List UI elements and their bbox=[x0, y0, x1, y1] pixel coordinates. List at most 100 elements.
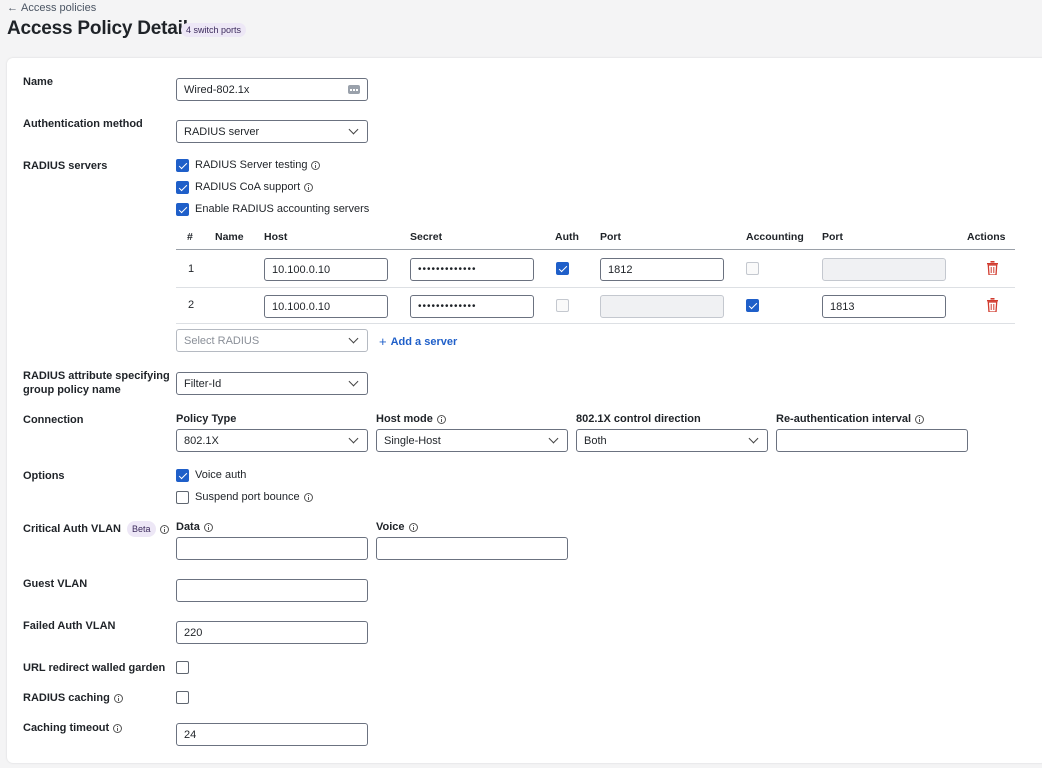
keypad-icon bbox=[348, 85, 360, 94]
trash-icon[interactable] bbox=[987, 298, 998, 312]
select-radius-dropdown[interactable]: Select RADIUS bbox=[176, 329, 368, 352]
back-link[interactable]: ← Access policies bbox=[7, 2, 96, 14]
row-2-host-value: 10.100.0.10 bbox=[272, 300, 331, 313]
guest-vlan-input[interactable] bbox=[176, 579, 368, 602]
row-2-acct-port-input[interactable]: 1813 bbox=[822, 295, 946, 318]
failed-vlan-input[interactable]: 220 bbox=[176, 621, 368, 644]
row-1-secret-input[interactable]: ••••••••••••• bbox=[410, 258, 534, 281]
radius-caching-checkbox[interactable] bbox=[176, 691, 189, 704]
policy-type-select[interactable]: 802.1X bbox=[176, 429, 368, 452]
row-1-acct-port-input[interactable] bbox=[822, 258, 946, 281]
radius-accounting-checkbox[interactable] bbox=[176, 203, 189, 216]
info-icon[interactable] bbox=[203, 522, 213, 532]
info-icon[interactable] bbox=[311, 160, 321, 170]
row-1-auth-checkbox[interactable] bbox=[556, 262, 569, 275]
chevron-down-icon bbox=[348, 376, 359, 387]
caching-timeout-label: Caching timeout bbox=[23, 721, 123, 735]
critical-data-input[interactable] bbox=[176, 537, 368, 560]
critical-data-label: Data bbox=[176, 521, 213, 533]
critical-vlan-label: Critical Auth VLAN Beta bbox=[23, 521, 169, 537]
info-icon[interactable] bbox=[113, 723, 123, 733]
caching-timeout-value: 24 bbox=[184, 728, 197, 741]
policy-card bbox=[7, 58, 1042, 763]
row-2-auth-port-input[interactable] bbox=[600, 295, 724, 318]
back-link-label: Access policies bbox=[21, 2, 97, 14]
arrow-left-icon: ← bbox=[7, 2, 18, 14]
row-2-accounting-checkbox[interactable] bbox=[746, 299, 759, 312]
row-1-host-value: 10.100.0.10 bbox=[272, 263, 331, 276]
host-mode-label: Host mode bbox=[376, 413, 446, 425]
host-mode-select[interactable]: Single-Host bbox=[376, 429, 568, 452]
col-index: # bbox=[187, 231, 193, 243]
info-icon[interactable] bbox=[915, 414, 925, 424]
row-1-host-input[interactable]: 10.100.0.10 bbox=[264, 258, 388, 281]
failed-vlan-value: 220 bbox=[184, 626, 203, 639]
col-acct-port: Port bbox=[822, 231, 843, 243]
policy-type-label-text: Policy Type bbox=[176, 413, 237, 425]
add-server-button[interactable]: + Add a server bbox=[379, 334, 457, 349]
critical-data-label-text: Data bbox=[176, 521, 200, 533]
row-divider bbox=[176, 287, 1015, 288]
auth-method-value: RADIUS server bbox=[184, 125, 260, 138]
name-label: Name bbox=[23, 76, 53, 88]
info-icon[interactable] bbox=[159, 524, 169, 534]
info-icon[interactable] bbox=[304, 182, 314, 192]
chevron-down-icon bbox=[348, 124, 359, 135]
voice-auth-text: Voice auth bbox=[195, 469, 247, 481]
suspend-port-bounce-label: Suspend port bounce bbox=[195, 490, 313, 504]
policy-type-value: 802.1X bbox=[184, 434, 219, 447]
guest-vlan-label: Guest VLAN bbox=[23, 578, 88, 590]
suspend-port-bounce-checkbox[interactable] bbox=[176, 491, 189, 504]
row-divider bbox=[176, 323, 1015, 324]
info-icon[interactable] bbox=[436, 414, 446, 424]
radius-testing-text: RADIUS Server testing bbox=[195, 159, 308, 171]
row-2-index: 2 bbox=[188, 299, 195, 311]
voice-auth-checkbox[interactable] bbox=[176, 469, 189, 482]
select-radius-placeholder: Select RADIUS bbox=[184, 334, 260, 347]
row-2-secret-input[interactable]: ••••••••••••• bbox=[410, 295, 534, 318]
url-redirect-checkbox[interactable] bbox=[176, 661, 189, 674]
row-1-auth-port-input[interactable]: 1812 bbox=[600, 258, 724, 281]
table-header-divider bbox=[176, 249, 1015, 250]
caching-timeout-label-text: Caching timeout bbox=[23, 722, 110, 734]
critical-voice-input[interactable] bbox=[376, 537, 568, 560]
control-direction-label: 802.1X control direction bbox=[576, 413, 701, 425]
info-icon[interactable] bbox=[113, 693, 123, 703]
connection-label: Connection bbox=[23, 414, 84, 426]
control-direction-select[interactable]: Both bbox=[576, 429, 768, 452]
col-actions: Actions bbox=[967, 231, 1006, 243]
auth-method-select[interactable]: RADIUS server bbox=[176, 120, 368, 143]
reauth-interval-label: Re-authentication interval bbox=[776, 413, 925, 425]
trash-icon[interactable] bbox=[987, 261, 998, 275]
row-1-accounting-checkbox[interactable] bbox=[746, 262, 759, 275]
radius-accounting-text: Enable RADIUS accounting servers bbox=[195, 203, 370, 215]
options-label: Options bbox=[23, 470, 65, 482]
chevron-down-icon bbox=[348, 433, 359, 444]
group-policy-attr-label: RADIUS attribute specifying group policy… bbox=[23, 369, 170, 397]
row-1-auth-port-value: 1812 bbox=[608, 263, 633, 276]
beta-badge: Beta bbox=[127, 521, 156, 537]
host-mode-label-text: Host mode bbox=[376, 413, 433, 425]
col-auth: Auth bbox=[555, 231, 579, 243]
col-secret: Secret bbox=[410, 231, 443, 243]
radius-testing-checkbox[interactable] bbox=[176, 159, 189, 172]
row-2-host-input[interactable]: 10.100.0.10 bbox=[264, 295, 388, 318]
info-icon[interactable] bbox=[408, 522, 418, 532]
name-input[interactable]: Wired-802.1x bbox=[176, 78, 368, 101]
chevron-down-icon bbox=[348, 333, 359, 344]
control-direction-value: Both bbox=[584, 434, 607, 447]
host-mode-value: Single-Host bbox=[384, 434, 441, 447]
col-host: Host bbox=[264, 231, 288, 243]
row-2-auth-checkbox[interactable] bbox=[556, 299, 569, 312]
caching-timeout-input[interactable]: 24 bbox=[176, 723, 368, 746]
failed-vlan-label: Failed Auth VLAN bbox=[23, 620, 116, 632]
reauth-interval-input[interactable] bbox=[776, 429, 968, 452]
radius-coa-checkbox[interactable] bbox=[176, 181, 189, 194]
plus-icon: + bbox=[379, 334, 387, 349]
policy-type-label: Policy Type bbox=[176, 413, 236, 425]
radius-servers-label: RADIUS servers bbox=[23, 160, 108, 172]
group-policy-attr-select[interactable]: Filter-Id bbox=[176, 372, 368, 395]
col-accounting: Accounting bbox=[746, 231, 804, 243]
info-icon[interactable] bbox=[303, 492, 313, 502]
suspend-port-bounce-text: Suspend port bounce bbox=[195, 491, 300, 503]
